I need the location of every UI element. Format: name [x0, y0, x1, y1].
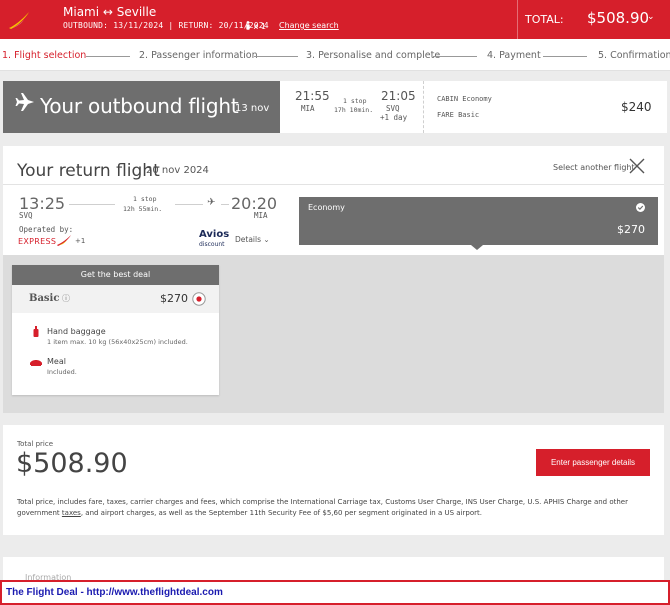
meal-title: Meal	[47, 357, 66, 366]
outbound-duration: 17h 10min.	[334, 106, 374, 114]
fare-label: FARE	[437, 111, 454, 119]
return-divider	[3, 184, 664, 185]
top-header: Miami ↔ Seville OUTBOUND: 13/11/2024 | R…	[0, 0, 670, 39]
operated-by-extra: +1	[75, 237, 86, 245]
avios-discount-label: discount	[199, 241, 225, 248]
change-search-link[interactable]: Change search	[279, 21, 339, 30]
step-flight-selection: 1. Flight selection	[2, 50, 87, 61]
return-stops: 1 stop	[133, 195, 157, 203]
fare-value: Basic	[458, 111, 480, 119]
outbound-title: Your outbound flight	[40, 94, 239, 118]
cabin-label: CABIN	[437, 95, 459, 103]
outbound-title-panel: Your outbound flight 13 nov	[3, 81, 280, 133]
outbound-date: 13 nov	[235, 103, 270, 114]
outbound-fare: FARE Basic	[437, 111, 479, 119]
step-connector	[433, 56, 477, 57]
return-title: Your return flight	[17, 161, 160, 181]
banner-text: The Flight Deal - http://www.theflightde…	[6, 587, 223, 598]
step-payment: 4. Payment	[487, 50, 541, 61]
outbound-label: OUTBOUND:	[63, 21, 109, 30]
step-confirmation: 5. Confirmation	[598, 50, 670, 61]
watermark-banner: The Flight Deal - http://www.theflightde…	[0, 580, 670, 605]
avios-logo: Avios	[199, 229, 230, 240]
return-duration: 12h 55min.	[123, 205, 163, 213]
baggage-detail: 1 item max. 10 kg (56x40x25cm) included.	[47, 338, 188, 346]
total-price-label: Total price	[17, 440, 53, 448]
meal-detail: Included.	[47, 368, 77, 376]
header-total-value[interactable]: $508.90	[587, 9, 649, 27]
fare-radio-selected[interactable]	[192, 292, 206, 306]
outbound-arrival-airport: SVQ	[386, 104, 400, 113]
operated-by-label: Operated by:	[19, 225, 74, 234]
outbound-stops: 1 stop	[343, 97, 367, 105]
details-label: Details	[235, 235, 262, 244]
selected-check-icon	[636, 203, 645, 212]
chevron-down-icon[interactable]: ⌄	[647, 12, 655, 22]
cabin-value: Economy	[462, 95, 492, 103]
total-price-section: Total price $508.90 Enter passenger deta…	[3, 425, 664, 535]
fare-name-row: Basic ⓘ $270	[12, 285, 219, 313]
iberia-logo-icon	[9, 12, 29, 29]
route-line	[221, 204, 229, 205]
step-connector	[86, 56, 130, 57]
economy-pointer	[471, 245, 483, 250]
chevron-down-icon: ⌄	[263, 235, 270, 244]
iberia-wing-icon	[57, 235, 71, 246]
passenger-count: x 1	[245, 21, 266, 31]
passenger-count-value: x 1	[253, 22, 266, 31]
route-dates: OUTBOUND: 13/11/2024 | RETURN: 20/11/202…	[63, 21, 269, 30]
step-connector	[543, 56, 587, 57]
total-price-note: Total price, includes fare, taxes, carri…	[17, 497, 647, 519]
step-connector	[254, 56, 298, 57]
fare-price: $270	[160, 292, 188, 305]
best-deal-header: Get the best deal	[12, 265, 219, 285]
airplane-icon: ✈	[207, 197, 216, 208]
person-icon	[246, 21, 250, 30]
enter-passenger-details-button[interactable]: Enter passenger details	[536, 449, 650, 476]
outbound-departure-airport: MIA	[301, 104, 315, 113]
iberia-express-logo: EXPRESS	[18, 237, 57, 246]
outbound-cabin: CABIN Economy	[437, 95, 492, 103]
economy-price: $270	[617, 223, 645, 236]
airplane-icon	[15, 93, 34, 111]
return-date: 20 nov 2024	[146, 165, 209, 176]
baggage-title: Hand baggage	[47, 327, 106, 336]
select-another-flight-link[interactable]: Select another flight	[553, 163, 635, 172]
economy-label: Economy	[308, 203, 345, 212]
route-title: Miami ↔ Seville	[63, 5, 157, 19]
header-total-label: TOTAL:	[525, 13, 564, 26]
close-icon[interactable]	[628, 157, 646, 175]
step-personalise: 3. Personalise and complete	[306, 50, 441, 61]
details-link[interactable]: Details ⌄	[235, 235, 270, 244]
info-icon[interactable]: ⓘ	[62, 293, 70, 304]
outbound-price: $240	[621, 100, 652, 114]
return-label: RETURN:	[178, 21, 214, 30]
outbound-arrival-time: 21:05	[381, 89, 416, 103]
route-line	[69, 204, 115, 205]
economy-cabin-option[interactable]: Economy $270	[299, 197, 658, 245]
note-text-b: , and airport charges, as well as the Se…	[80, 509, 482, 517]
taxes-link[interactable]: taxes	[62, 509, 81, 517]
outbound-separator	[423, 81, 424, 133]
outbound-flight-summary[interactable]: Your outbound flight 13 nov 21:55 MIA 1 …	[3, 81, 667, 133]
step-passenger-information: 2. Passenger information	[139, 50, 258, 61]
fare-name: Basic	[29, 293, 60, 304]
baggage-icon	[33, 326, 39, 337]
return-departure-airport: SVQ	[19, 211, 33, 220]
outbound-date: 13/11/2024	[113, 21, 164, 30]
dates-separator: |	[168, 21, 174, 30]
return-arrival-airport: MIA	[254, 211, 268, 220]
fare-card-basic[interactable]: Get the best deal Basic ⓘ $270 Hand bagg…	[12, 265, 219, 395]
outbound-day-offset: +1 day	[380, 113, 408, 122]
meal-icon	[30, 360, 42, 366]
header-divider	[517, 0, 518, 39]
route-line	[175, 204, 203, 205]
total-price-value: $508.90	[16, 448, 128, 479]
outbound-departure-time: 21:55	[295, 89, 330, 103]
progress-steps: 1. Flight selection 2. Passenger informa…	[0, 39, 670, 71]
